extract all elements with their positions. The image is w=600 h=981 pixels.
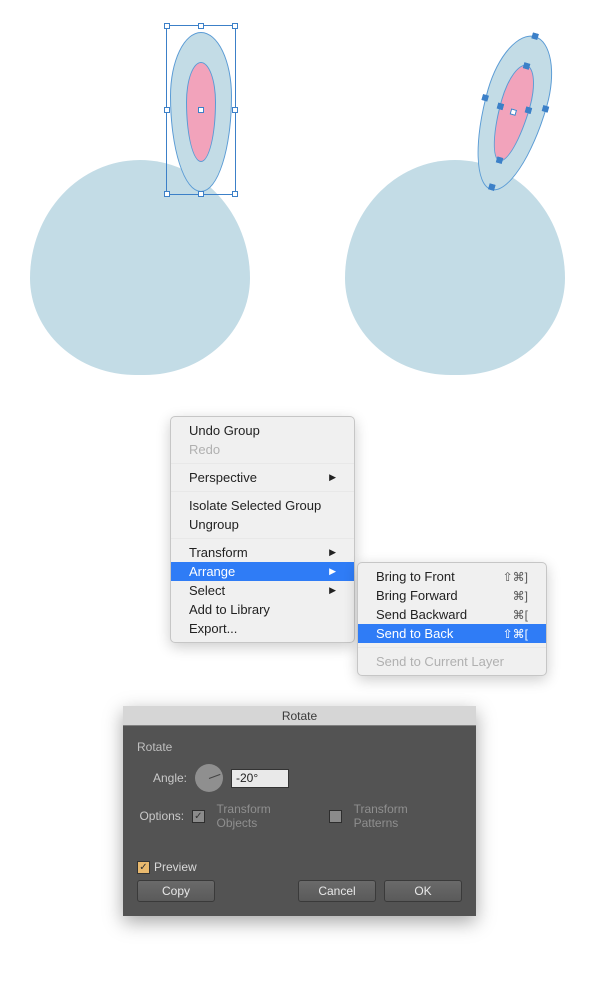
menu-perspective[interactable]: Perspective ▶: [171, 468, 354, 487]
transform-patterns-label: Transform Patterns: [354, 802, 450, 830]
preview-row: ✓ Preview: [123, 854, 476, 874]
menu-separator: [171, 463, 354, 464]
cancel-button[interactable]: Cancel: [298, 880, 376, 902]
angle-label: Angle:: [137, 771, 187, 785]
menu-label: Export...: [189, 621, 237, 636]
menu-label: Ungroup: [189, 517, 239, 532]
menu-ungroup[interactable]: Ungroup: [171, 515, 354, 534]
shortcut: ⇧⌘[: [503, 627, 528, 641]
menu-add-library[interactable]: Add to Library: [171, 600, 354, 619]
angle-dial[interactable]: [195, 764, 223, 792]
menu-label: Perspective: [189, 470, 257, 485]
menu-isolate[interactable]: Isolate Selected Group: [171, 496, 354, 515]
options-label: Options:: [137, 809, 184, 823]
checkbox-transform-patterns: [329, 810, 341, 823]
dialog-footer: Copy Cancel OK: [123, 874, 476, 916]
shortcut: ⌘]: [513, 589, 528, 603]
menu-redo: Redo: [171, 440, 354, 459]
bunny-body: [345, 160, 565, 375]
submenu-arrow-icon: ▶: [329, 585, 336, 596]
menu-label: Bring to Front: [376, 569, 455, 584]
menu-separator: [358, 647, 546, 648]
menu-separator: [171, 491, 354, 492]
menu-label: Select: [189, 583, 225, 598]
submenu-send-current-layer: Send to Current Layer: [358, 652, 546, 671]
dialog-body: Rotate Angle: Options: ✓ Transform Objec…: [123, 726, 476, 854]
submenu-arrow-icon: ▶: [329, 566, 336, 577]
menu-label: Send Backward: [376, 607, 467, 622]
menu-label: Transform: [189, 545, 248, 560]
menu-label: Undo Group: [189, 423, 260, 438]
menu-undo[interactable]: Undo Group: [171, 421, 354, 440]
submenu-bring-front[interactable]: Bring to Front ⇧⌘]: [358, 567, 546, 586]
submenu-send-backward[interactable]: Send Backward ⌘[: [358, 605, 546, 624]
submenu-send-back[interactable]: Send to Back ⇧⌘[: [358, 624, 546, 643]
menu-label: Bring Forward: [376, 588, 458, 603]
preview-label: Preview: [154, 860, 197, 874]
menu-label: Add to Library: [189, 602, 270, 617]
dialog-title: Rotate: [123, 706, 476, 726]
bunny-right: [345, 160, 565, 375]
menu-label: Send to Back: [376, 626, 453, 641]
angle-row: Angle:: [137, 764, 462, 792]
menu-export[interactable]: Export...: [171, 619, 354, 638]
submenu-arrow-icon: ▶: [329, 472, 336, 483]
options-row: Options: ✓ Transform Objects Transform P…: [137, 802, 462, 830]
transform-objects-label: Transform Objects: [217, 802, 310, 830]
menu-label: Send to Current Layer: [376, 654, 504, 669]
menu-label: Redo: [189, 442, 220, 457]
ok-button[interactable]: OK: [384, 880, 462, 902]
context-menu[interactable]: Undo Group Redo Perspective ▶ Isolate Sel…: [170, 416, 355, 643]
menu-separator: [171, 538, 354, 539]
shortcut: ⌘[: [513, 608, 528, 622]
menu-arrange[interactable]: Arrange ▶: [171, 562, 354, 581]
rotate-dialog[interactable]: Rotate Rotate Angle: Options: ✓ Transfor…: [123, 706, 476, 916]
menu-transform[interactable]: Transform ▶: [171, 543, 354, 562]
menu-label: Arrange: [189, 564, 235, 579]
section-title: Rotate: [137, 740, 462, 754]
menu-select[interactable]: Select ▶: [171, 581, 354, 600]
angle-input[interactable]: [231, 769, 289, 788]
arrange-submenu[interactable]: Bring to Front ⇧⌘] Bring Forward ⌘] Send B…: [357, 562, 547, 676]
checkbox-transform-objects: ✓: [192, 810, 204, 823]
copy-button[interactable]: Copy: [137, 880, 215, 902]
shortcut: ⇧⌘]: [503, 570, 528, 584]
submenu-bring-forward[interactable]: Bring Forward ⌘]: [358, 586, 546, 605]
menu-label: Isolate Selected Group: [189, 498, 321, 513]
canvas-area: [0, 0, 600, 400]
submenu-arrow-icon: ▶: [329, 547, 336, 558]
selection-bbox[interactable]: [166, 25, 236, 195]
checkbox-preview[interactable]: ✓: [137, 861, 150, 874]
